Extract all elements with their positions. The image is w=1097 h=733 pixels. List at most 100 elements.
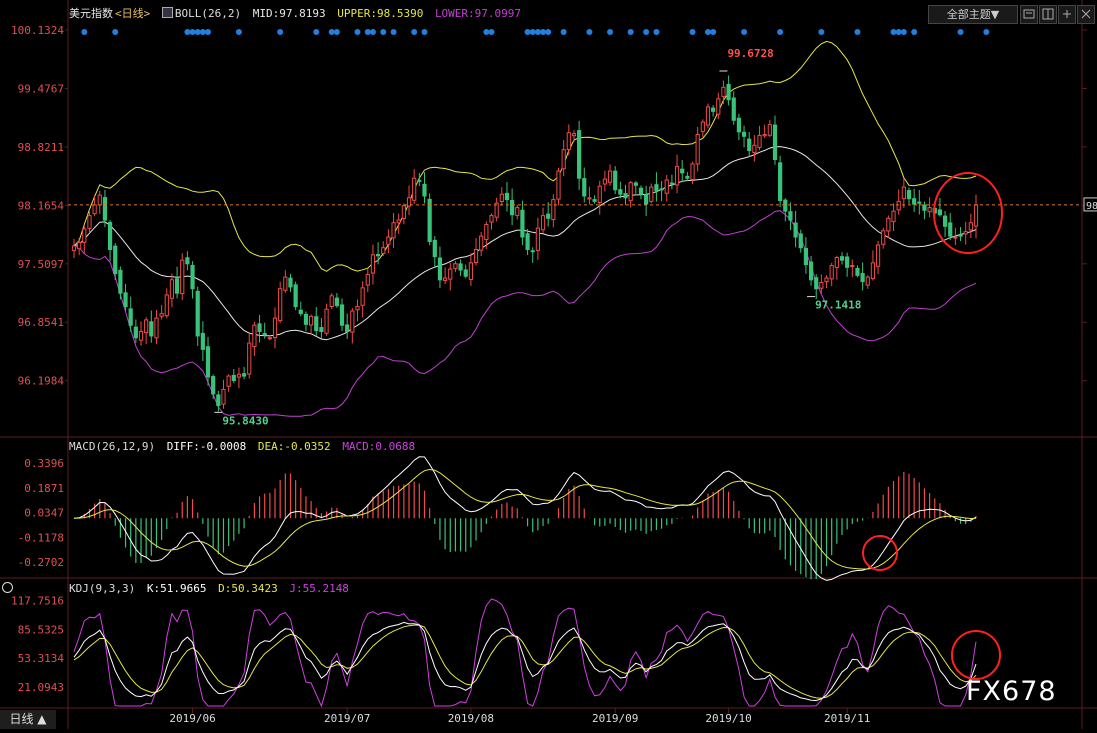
candle-body: [587, 197, 592, 200]
candle-body: [376, 254, 381, 257]
candle-body: [107, 221, 113, 250]
candle: [355, 299, 360, 322]
candle-body: [927, 207, 932, 213]
signal-dot: [900, 29, 907, 35]
candle-body: [123, 292, 128, 308]
candle-body: [468, 262, 473, 280]
candle: [582, 167, 587, 203]
candle: [241, 366, 247, 380]
candle: [278, 281, 283, 323]
candle: [587, 186, 592, 205]
candle-body: [690, 163, 695, 180]
signal-dot: [199, 29, 206, 35]
candle-body: [154, 317, 159, 339]
candle: [437, 246, 443, 288]
candle-body: [577, 130, 582, 179]
candle: [386, 229, 391, 254]
candle: [597, 180, 602, 215]
candle: [236, 367, 242, 389]
candle-body: [716, 98, 721, 115]
candle-body: [159, 313, 164, 317]
signal-dot: [277, 29, 284, 35]
candle-body: [695, 134, 700, 165]
price-tick-label: 100.1324: [11, 24, 64, 37]
signal-dot: [313, 29, 320, 35]
candle: [551, 194, 556, 228]
kdj-header: KDJ(9,3,3) K:51.9665 D:50.3423 J:55.2148: [69, 582, 354, 595]
candle: [741, 125, 747, 148]
signal-dot: [189, 29, 196, 35]
candle-body: [685, 175, 690, 179]
candle-body: [370, 254, 376, 274]
candle: [159, 304, 164, 320]
candle: [901, 178, 906, 208]
candle-body: [350, 310, 355, 333]
candle: [752, 135, 757, 162]
candle: [937, 198, 943, 217]
settings-icon-button[interactable]: [1020, 5, 1038, 24]
candle: [401, 203, 406, 225]
candle: [726, 75, 731, 106]
layout-icon: [1042, 8, 1054, 20]
period-select-button[interactable]: 日线 ▲: [0, 710, 56, 729]
candle-body: [185, 257, 190, 265]
close-icon-button[interactable]: [1077, 5, 1095, 24]
candle: [762, 124, 767, 139]
candle: [391, 212, 396, 248]
candle-body: [551, 199, 556, 220]
candle: [875, 240, 881, 275]
panel-toggle-icon[interactable]: [2, 582, 13, 593]
candle: [463, 264, 468, 279]
candle: [633, 181, 638, 194]
candle: [793, 210, 798, 248]
candle-body: [401, 205, 406, 220]
boll-mid: MID:97.8193: [252, 7, 326, 20]
signal-dot: [390, 29, 397, 35]
candle: [257, 315, 262, 343]
candle-body: [334, 297, 339, 307]
candle-body: [958, 234, 963, 237]
candle: [618, 181, 623, 199]
candle-body: [561, 149, 566, 170]
candle-body: [458, 263, 463, 271]
candle: [530, 247, 535, 263]
period-label: <日线>: [115, 7, 151, 20]
candle-body: [973, 204, 979, 227]
candle-body: [901, 186, 906, 200]
candle-body: [190, 264, 195, 290]
candle-body: [680, 168, 685, 174]
candle-body: [798, 233, 803, 249]
signal-dot: [354, 29, 361, 35]
candle-body: [308, 315, 314, 326]
candle: [803, 237, 809, 274]
candle-body: [963, 231, 968, 235]
candle: [144, 317, 149, 345]
macd-tick-label: 0.0347: [24, 507, 64, 520]
candle: [592, 195, 597, 204]
candle: [772, 115, 778, 165]
candle-body: [638, 187, 644, 195]
candle-body: [329, 295, 334, 308]
add-icon-button[interactable]: [1058, 5, 1076, 24]
candle: [767, 119, 772, 138]
kdj-d: D:50.3423: [218, 582, 278, 595]
candle-body: [767, 124, 772, 136]
candle: [298, 301, 303, 317]
candle: [942, 210, 948, 237]
candle-body: [741, 131, 747, 137]
candle: [504, 182, 510, 212]
kdj-j: J:55.2148: [289, 582, 349, 595]
theme-select-button[interactable]: 全部主题▼: [928, 5, 1018, 24]
signal-dot: [895, 29, 902, 35]
signal-dot: [777, 29, 784, 35]
candle-body: [216, 394, 221, 406]
candle-body: [422, 183, 427, 197]
candle: [381, 241, 386, 256]
candle: [288, 273, 293, 292]
candle-body: [592, 199, 597, 202]
candle: [556, 167, 561, 206]
candle-body: [381, 247, 386, 254]
layout-icon-button[interactable]: [1039, 5, 1057, 24]
candle: [927, 197, 932, 218]
candle-body: [870, 262, 876, 280]
